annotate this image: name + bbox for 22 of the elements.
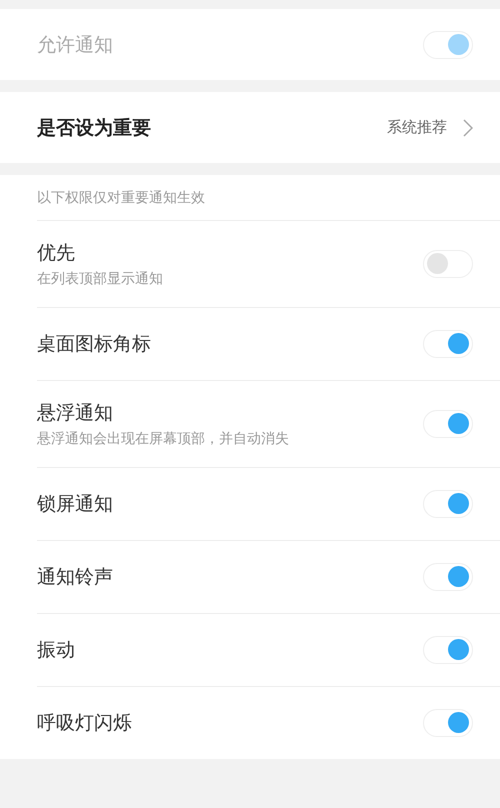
toggle-switch[interactable] <box>423 563 473 591</box>
toggle-switch[interactable] <box>423 636 473 664</box>
toggle-switch[interactable] <box>423 250 473 278</box>
setting-value: 系统推荐 <box>387 118 447 137</box>
setting-label: 锁屏通知 <box>37 492 114 517</box>
toggle-switch[interactable] <box>423 490 473 518</box>
setting-description: 在列表顶部显示通知 <box>37 270 164 288</box>
section-note: 以下权限仅对重要通知生效 <box>36 188 206 208</box>
setting-label: 悬浮通知 <box>37 401 114 426</box>
setting-label: 桌面图标角标 <box>37 332 152 357</box>
setting-label: 允许通知 <box>37 32 114 58</box>
chevron-right-icon <box>463 118 473 136</box>
setting-description: 悬浮通知会出现在屏幕顶部，并自动消失 <box>37 430 290 448</box>
toggle-switch[interactable] <box>423 330 473 358</box>
setting-label: 优先 <box>37 241 76 266</box>
setting-label: 是否设为重要 <box>37 116 152 140</box>
setting-label: 呼吸灯闪烁 <box>37 711 133 736</box>
toggle-switch[interactable] <box>423 410 473 438</box>
toggle-switch[interactable] <box>423 709 473 737</box>
setting-label: 通知铃声 <box>37 565 114 590</box>
importance-row[interactable]: 是否设为重要 系统推荐 <box>0 92 500 163</box>
setting-label: 振动 <box>37 638 76 663</box>
